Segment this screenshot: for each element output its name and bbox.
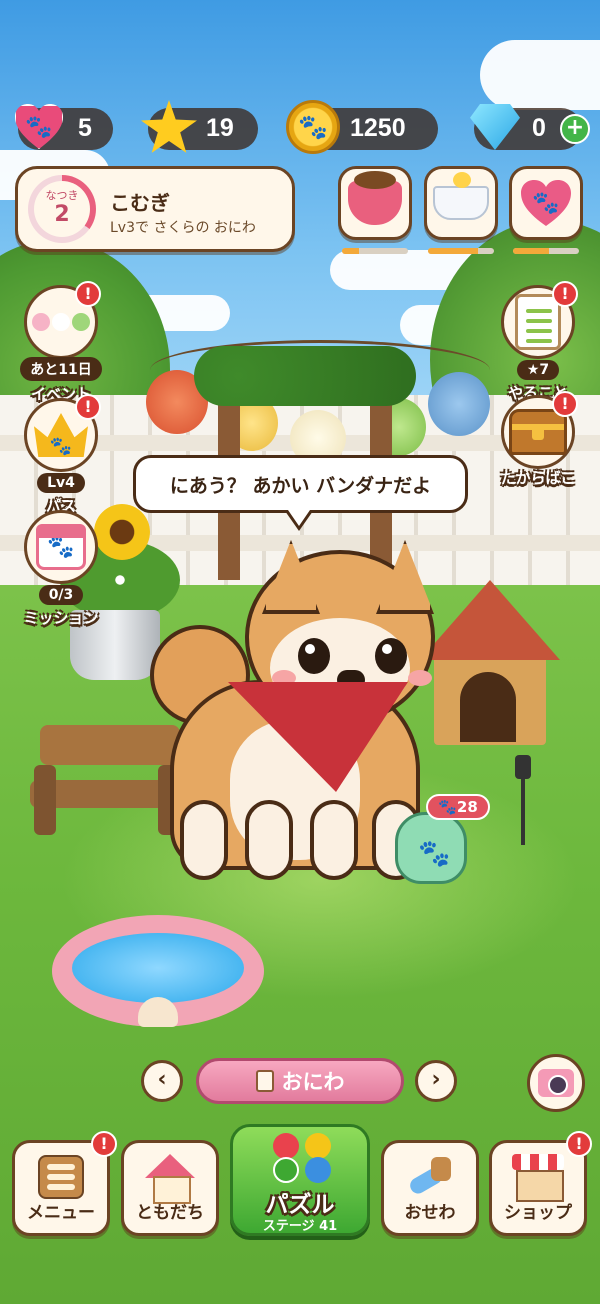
location-name: おにわ xyxy=(281,1070,345,1094)
add-gems-button[interactable]: + xyxy=(560,114,590,144)
stars-counter[interactable]: 19 xyxy=(141,100,258,153)
bath-meter xyxy=(428,248,494,254)
bath-button[interactable] xyxy=(424,166,498,240)
previous-location-button[interactable]: ‹ xyxy=(141,1060,183,1102)
dango-icon xyxy=(32,313,90,331)
diamond-icon xyxy=(470,104,520,150)
care-button[interactable]: おせわ xyxy=(381,1140,479,1236)
paw-coin-icon: 🐾 xyxy=(286,100,340,154)
pet-name: こむぎ xyxy=(110,191,170,215)
alert-badge: ! xyxy=(91,1131,117,1157)
food-meter xyxy=(342,248,408,254)
unlock-hint: Lv3で さくらの おにわ xyxy=(110,220,256,236)
heart-paw-icon: 🐾 xyxy=(519,178,573,228)
next-location-button[interactable]: › xyxy=(415,1060,457,1102)
shell-pool[interactable] xyxy=(52,915,264,1027)
camera-button[interactable] xyxy=(527,1054,585,1112)
brush-icon xyxy=(405,1155,455,1199)
event-button[interactable]: ! あと11日 イベント xyxy=(11,281,111,404)
paw-icon: 🐾 xyxy=(438,798,457,816)
gems-counter[interactable]: 0 + xyxy=(470,104,590,150)
mission-button[interactable]: 🐾 0/3 ミッション xyxy=(11,510,111,628)
item-bag[interactable]: 🐾 xyxy=(395,812,467,884)
camera-icon xyxy=(538,1069,574,1097)
food-bowl-icon xyxy=(348,171,402,225)
feed-button[interactable] xyxy=(338,166,412,240)
location-selector[interactable]: おにわ xyxy=(196,1058,404,1104)
blue-lantern xyxy=(428,372,490,436)
clipboard-icon xyxy=(255,1070,274,1092)
bond-level-ring: なつき 2 xyxy=(28,175,96,243)
pet-profile-card[interactable]: なつき 2 こむぎ Lv3で さくらの おにわ xyxy=(15,166,295,252)
alert-badge: ! xyxy=(75,281,101,307)
affection-meter-fill xyxy=(513,248,550,254)
treasure-chest-icon xyxy=(509,409,567,455)
star-icon xyxy=(141,100,197,153)
crown-icon: 🐾 xyxy=(34,413,88,457)
puzzle-button[interactable]: パズル ステージ 41 xyxy=(230,1124,370,1236)
bathtub-icon xyxy=(433,172,489,220)
friends-button[interactable]: ともだち xyxy=(121,1140,219,1236)
hearts-counter[interactable]: 🐾 5 xyxy=(18,108,113,150)
puzzle-pieces-icon xyxy=(271,1133,335,1185)
affection-meter xyxy=(513,248,579,254)
shop-stall-icon xyxy=(512,1154,564,1202)
food-meter-fill xyxy=(342,248,359,254)
alert-badge: ! xyxy=(566,1131,592,1157)
dog-speech-bubble: にあう？ あかい バンダナだよ xyxy=(133,455,468,513)
alert-badge: ! xyxy=(552,281,578,307)
paw-heart-icon: 🐾 xyxy=(13,103,65,151)
garden-lamp xyxy=(515,755,531,845)
calendar-paw-icon: 🐾 xyxy=(36,524,86,570)
bath-meter-fill xyxy=(428,248,478,254)
friend-house-icon xyxy=(145,1154,195,1204)
alert-badge: ! xyxy=(552,391,578,417)
todo-button[interactable]: ! ★7 やること xyxy=(488,281,588,403)
treasure-box-button[interactable]: ! たからばこ xyxy=(488,391,588,488)
coins-counter[interactable]: 🐾 1250 xyxy=(286,100,438,154)
paw-icon: 🐾 xyxy=(418,839,451,869)
affection-button[interactable]: 🐾 xyxy=(509,166,583,240)
alert-badge: ! xyxy=(75,394,101,420)
pass-button[interactable]: 🐾 ! Lv4 パス xyxy=(11,394,111,516)
bag-count-badge: 🐾28 xyxy=(426,794,490,820)
menu-icon xyxy=(38,1155,84,1199)
